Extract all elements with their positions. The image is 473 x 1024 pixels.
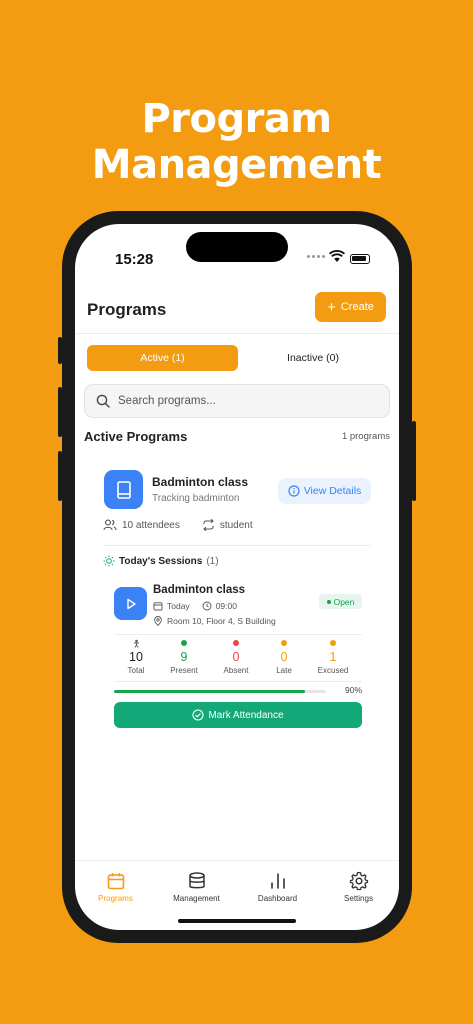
view-details-label: View Details [303, 485, 362, 497]
mark-attendance-label: Mark Attendance [208, 709, 284, 721]
stat-total-label: Total [127, 666, 145, 675]
stat-present: 9 Present [160, 638, 208, 675]
wifi-icon [329, 250, 345, 262]
calendar-icon [153, 602, 163, 611]
nav-dashboard-label: Dashboard [257, 894, 298, 903]
volume-down-button [58, 451, 62, 501]
attendance-progress-fill [114, 690, 305, 693]
program-type: student [219, 519, 253, 531]
app-header: Programs + Create [75, 292, 399, 334]
stat-late-label: Late [276, 666, 292, 675]
card-divider [103, 545, 371, 546]
app-screen: 15:28 Programs + Create Active (1) Inact… [75, 224, 399, 930]
session-name: Badminton class [153, 584, 246, 596]
stat-excused: 1 Excused [309, 638, 357, 675]
search-icon [96, 394, 110, 408]
program-meta: 10 attendees student [103, 519, 253, 531]
session-date: Today [167, 601, 190, 611]
tab-active[interactable]: Active (1) [87, 345, 238, 371]
late-dot [281, 640, 287, 646]
battery-icon [350, 254, 370, 264]
status-bar: 15:28 [75, 224, 399, 278]
sun-icon [103, 555, 115, 567]
info-icon [288, 485, 300, 497]
program-description: Tracking badminton [152, 493, 240, 504]
program-tabs: Active (1) Inactive (0) [87, 345, 388, 371]
plus-icon: + [327, 298, 336, 316]
status-badge: Open [319, 594, 362, 609]
nav-settings-label: Settings [344, 894, 373, 903]
repeat-icon [202, 519, 214, 531]
section-header: Active Programs 1 programs [84, 429, 390, 444]
bar-chart-icon [270, 873, 285, 889]
attendance-progress-bar [114, 690, 326, 693]
stat-excused-label: Excused [317, 666, 349, 675]
check-circle-icon [192, 709, 205, 721]
play-icon [114, 587, 147, 620]
excused-dot [330, 640, 336, 646]
today-sessions-header: Today's Sessions (1) [103, 555, 219, 567]
users-icon [103, 519, 117, 531]
mark-attendance-button[interactable]: Mark Attendance [114, 702, 362, 728]
status-label: Open [333, 596, 355, 607]
stat-absent-value: 0 [232, 650, 240, 664]
book-icon [104, 470, 143, 509]
database-icon [188, 872, 205, 889]
page-title: Programs [87, 300, 167, 319]
section-title: Active Programs [84, 429, 188, 444]
calendar-icon [107, 873, 124, 890]
mute-switch [58, 337, 62, 364]
page-headline: Program Management [91, 96, 382, 188]
stat-total-value: 10 [129, 650, 143, 664]
nav-management-label: Management [173, 894, 220, 903]
map-pin-icon [154, 616, 162, 626]
session-datetime: Today 09:00 [153, 601, 237, 611]
session-location-row: Room 10, Floor 4, S Building [153, 616, 276, 626]
nav-settings[interactable]: Settings [318, 861, 399, 930]
stat-present-value: 9 [180, 650, 188, 664]
volume-up-button [58, 387, 62, 437]
search-box[interactable] [84, 384, 390, 418]
tab-inactive[interactable]: Inactive (0) [238, 345, 388, 371]
stat-late: 0 Late [260, 638, 308, 675]
today-sessions-title: Today's Sessions [119, 555, 203, 567]
attendance-stats: 10 Total 9 Present 0 Absent 0 Late 1 Exc… [114, 634, 362, 682]
attendees-count: 10 attendees [122, 519, 180, 531]
signal-icon [307, 255, 325, 258]
program-count: 1 programs [341, 431, 390, 442]
clock-icon [202, 601, 212, 611]
dynamic-island [186, 232, 288, 262]
program-name: Badminton class [152, 475, 249, 489]
nav-programs[interactable]: Programs [75, 861, 156, 930]
status-time: 15:28 [115, 251, 154, 268]
stat-excused-value: 1 [329, 650, 337, 664]
view-details-button[interactable]: View Details [278, 478, 371, 504]
gear-icon [349, 871, 368, 891]
person-icon [133, 639, 139, 648]
status-dot [326, 599, 331, 604]
today-sessions-count: (1) [206, 555, 219, 567]
session-location: Room 10, Floor 4, S Building [167, 616, 276, 626]
phone-frame: 15:28 Programs + Create Active (1) Inact… [58, 211, 416, 943]
stat-present-label: Present [170, 666, 198, 675]
stat-absent-label: Absent [223, 666, 249, 675]
absent-dot [233, 640, 239, 646]
stat-total: 10 Total [112, 638, 160, 675]
home-indicator [178, 919, 296, 923]
stat-absent: 0 Absent [212, 638, 260, 675]
attendance-percent: 90% [344, 685, 362, 695]
session-time: 09:00 [215, 601, 237, 611]
power-button [412, 421, 416, 501]
create-button[interactable]: + Create [315, 292, 386, 322]
present-dot [181, 640, 187, 646]
nav-programs-label: Programs [98, 894, 133, 903]
stat-late-value: 0 [280, 650, 288, 664]
create-label: Create [340, 301, 374, 313]
search-input[interactable] [118, 395, 368, 407]
